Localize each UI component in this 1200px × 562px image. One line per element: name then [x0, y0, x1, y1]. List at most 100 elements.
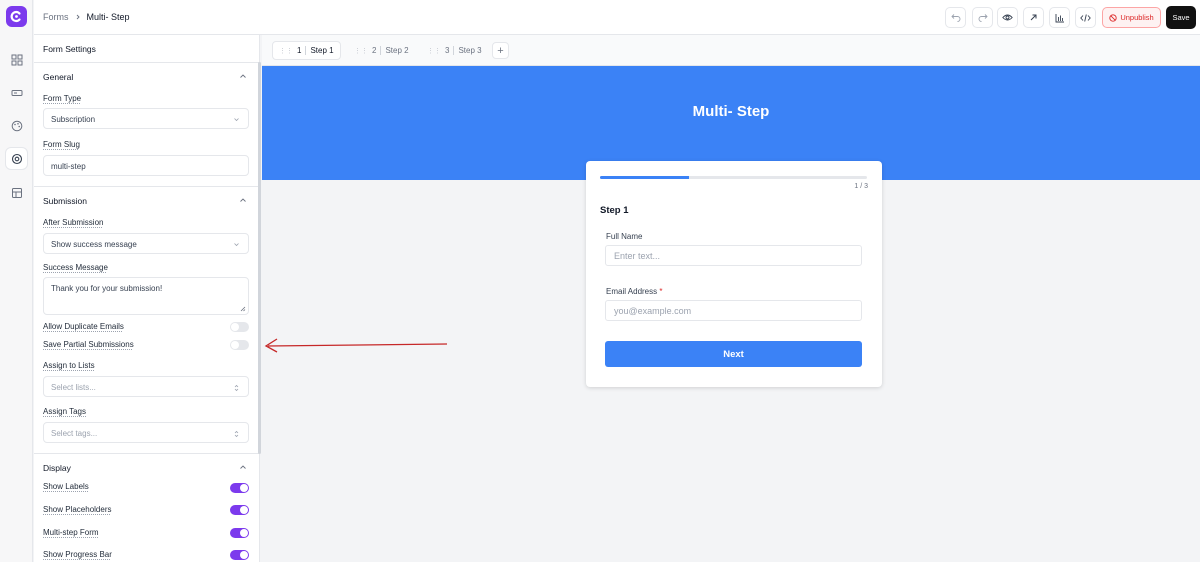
rail-theme-button[interactable] [5, 114, 28, 137]
step-tabs: ⋮⋮ 1 Step 1 ⋮⋮ 2 Step 2 ⋮⋮ 3 Step 3 + [262, 35, 1200, 66]
add-step-button[interactable]: + [492, 42, 509, 59]
logo-icon [10, 10, 21, 23]
divider [305, 46, 307, 55]
form-title: Multi- Step [692, 103, 770, 120]
section-submission-heading[interactable]: Submission [43, 196, 87, 206]
assign-lists-select[interactable]: Select lists... [43, 376, 249, 397]
progress-bar-fill [600, 176, 689, 179]
chevron-right-icon [76, 14, 80, 20]
divider [34, 453, 260, 454]
undo-button[interactable] [945, 7, 966, 28]
chevron-down-icon [234, 243, 239, 247]
rail-settings-button[interactable] [5, 147, 28, 170]
rail-fields-button[interactable] [5, 81, 28, 104]
show-labels-label: Show Labels [43, 482, 89, 491]
after-submission-value: Show success message [51, 240, 137, 249]
form-card: 1 / 3 Step 1 Full Name Enter text... Ema… [586, 161, 882, 387]
show-progress-bar-label: Show Progress Bar [43, 550, 112, 559]
breadcrumb: Forms Multi- Step [43, 12, 130, 22]
show-progress-bar-toggle[interactable] [230, 550, 249, 560]
show-placeholders-label: Show Placeholders [43, 505, 112, 514]
panel-scrollbar[interactable] [258, 62, 261, 454]
form-type-value: Subscription [51, 115, 96, 124]
chevron-up-icon[interactable] [239, 72, 247, 80]
panel-title: Form Settings [43, 44, 96, 54]
chevron-up-icon[interactable] [239, 196, 247, 204]
unpublish-label: Unpublish [1120, 13, 1154, 22]
divider [34, 62, 260, 63]
unpublish-button[interactable]: Unpublish [1102, 7, 1161, 28]
success-message-label: Success Message [43, 263, 108, 272]
assign-tags-label: Assign Tags [43, 407, 86, 416]
allow-duplicate-emails-toggle[interactable] [230, 322, 249, 332]
drag-handle-icon[interactable]: ⋮⋮ [279, 47, 293, 55]
tab-step-2[interactable]: ⋮⋮ 2 Step 2 [348, 41, 415, 60]
tab-step-3[interactable]: ⋮⋮ 3 Step 3 [421, 41, 488, 60]
external-link-icon [1030, 14, 1037, 21]
tab-label: Step 1 [310, 46, 334, 55]
full-name-input[interactable]: Enter text... [605, 245, 862, 266]
tab-label: Step 3 [458, 46, 482, 55]
input-icon [11, 89, 22, 96]
show-placeholders-toggle[interactable] [230, 505, 249, 515]
divider [380, 46, 382, 55]
step-title: Step 1 [600, 205, 629, 216]
form-type-select[interactable]: Subscription [43, 108, 249, 129]
rail-entries-button[interactable] [5, 181, 28, 204]
save-partial-submissions-label: Save Partial Submissions [43, 340, 134, 349]
assign-tags-placeholder: Select tags... [51, 429, 98, 438]
palette-icon [11, 120, 22, 131]
embed-code-button[interactable] [1075, 7, 1096, 28]
form-slug-input[interactable]: multi-step [43, 155, 249, 176]
undo-icon [950, 13, 960, 22]
icon-rail [0, 0, 33, 562]
section-general-heading[interactable]: General [43, 72, 73, 82]
resize-handle-icon[interactable] [240, 306, 246, 312]
assign-tags-select[interactable]: Select tags... [43, 422, 249, 443]
unpublish-icon [1109, 13, 1117, 22]
full-name-label: Full Name [606, 232, 643, 241]
tab-number: 3 [445, 46, 450, 55]
app-logo[interactable] [6, 6, 27, 27]
top-bar: Forms Multi- Step Unpublish Save [34, 0, 1200, 35]
email-label: Email Address * [606, 287, 663, 296]
preview-button[interactable] [997, 7, 1018, 28]
chevron-updown-icon [234, 384, 239, 392]
chevron-updown-icon [234, 430, 239, 438]
drag-handle-icon[interactable]: ⋮⋮ [427, 47, 441, 55]
tab-label: Step 2 [385, 46, 409, 55]
tab-step-1[interactable]: ⋮⋮ 1 Step 1 [272, 41, 341, 60]
show-labels-toggle[interactable] [230, 483, 249, 493]
section-display-heading[interactable]: Display [43, 463, 71, 473]
progress-bar [600, 176, 867, 179]
open-external-button[interactable] [1023, 7, 1044, 28]
save-button[interactable]: Save [1166, 6, 1196, 29]
drag-handle-icon[interactable]: ⋮⋮ [354, 47, 368, 55]
redo-icon [978, 13, 988, 22]
breadcrumb-forms-link[interactable]: Forms [43, 12, 69, 22]
required-marker: * [659, 287, 663, 296]
multistep-form-label: Multi-step Form [43, 528, 99, 537]
next-button[interactable]: Next [605, 341, 862, 367]
layout-grid-icon [11, 54, 22, 65]
divider [453, 46, 455, 55]
breadcrumb-current: Multi- Step [86, 12, 130, 22]
multistep-form-toggle[interactable] [230, 528, 249, 538]
rail-layout-button[interactable] [5, 48, 28, 71]
chevron-down-icon [234, 118, 239, 122]
analytics-button[interactable] [1049, 7, 1070, 28]
save-partial-submissions-toggle[interactable] [230, 340, 249, 350]
allow-duplicate-emails-label: Allow Duplicate Emails [43, 322, 124, 331]
after-submission-select[interactable]: Show success message [43, 233, 249, 254]
chevron-up-icon[interactable] [239, 463, 247, 471]
email-label-text: Email Address [606, 287, 658, 296]
bar-chart-icon [1055, 13, 1064, 22]
divider [34, 186, 260, 187]
tab-number: 1 [297, 46, 302, 55]
redo-button[interactable] [972, 7, 993, 28]
email-input[interactable]: you@example.com [605, 300, 862, 321]
annotation-arrow-icon [264, 338, 448, 353]
after-submission-label: After Submission [43, 218, 104, 227]
success-message-textarea[interactable]: Thank you for your submission! [43, 277, 249, 315]
success-message-value: Thank you for your submission! [51, 284, 163, 293]
